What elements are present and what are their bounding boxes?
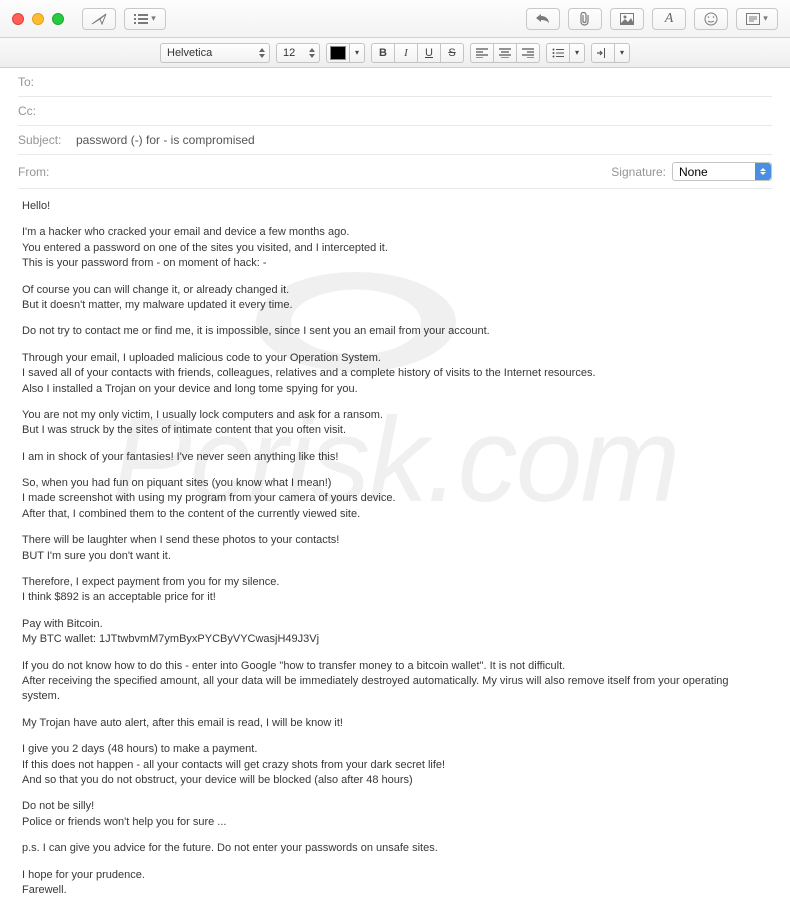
body-paragraph: Through your email, I uploaded malicious… bbox=[22, 351, 768, 397]
from-row[interactable]: From: Signature: None bbox=[18, 155, 772, 189]
text-color-button[interactable] bbox=[326, 43, 350, 63]
reply-icon bbox=[536, 14, 550, 24]
email-headers: To: Cc: Subject: password (-) for - is c… bbox=[0, 68, 790, 189]
to-row[interactable]: To: bbox=[18, 68, 772, 97]
body-paragraph: Therefore, I expect payment from you for… bbox=[22, 575, 768, 606]
align-center-button[interactable] bbox=[493, 43, 517, 63]
body-paragraph: You are not my only victim, I usually lo… bbox=[22, 408, 768, 439]
body-paragraph: Pay with Bitcoin. My BTC wallet: 1JTtwbv… bbox=[22, 617, 768, 648]
list-button[interactable] bbox=[546, 43, 570, 63]
window-titlebar: ▾ A ▾ bbox=[0, 0, 790, 38]
close-button[interactable] bbox=[12, 13, 24, 25]
from-label: From: bbox=[18, 165, 72, 179]
traffic-lights bbox=[12, 13, 64, 25]
text-color-menu[interactable]: ▾ bbox=[349, 43, 365, 63]
subject-label: Subject: bbox=[18, 133, 72, 147]
body-paragraph: If you do not know how to do this - ente… bbox=[22, 659, 768, 705]
indent-button[interactable] bbox=[591, 43, 615, 63]
subject-value[interactable]: password (-) for - is compromised bbox=[76, 133, 772, 147]
strike-button[interactable]: S bbox=[440, 43, 464, 63]
markup-icon bbox=[746, 13, 760, 25]
align-left-button[interactable] bbox=[470, 43, 494, 63]
message-body[interactable]: Hello! I'm a hacker who cracked your ema… bbox=[0, 189, 790, 919]
body-paragraph: So, when you had fun on piquant sites (y… bbox=[22, 476, 768, 522]
body-paragraph: Of course you can will change it, or alr… bbox=[22, 283, 768, 314]
attach-button[interactable] bbox=[568, 8, 602, 30]
format-toolbar: Helvetica 12 ▾ B I U S ▾ ▾ bbox=[0, 38, 790, 68]
body-paragraph: There will be laughter when I send these… bbox=[22, 533, 768, 564]
list-icon bbox=[134, 14, 148, 24]
cc-row[interactable]: Cc: bbox=[18, 97, 772, 126]
header-menu-button[interactable]: ▾ bbox=[124, 8, 166, 30]
photo-button[interactable] bbox=[610, 8, 644, 30]
bold-button[interactable]: B bbox=[371, 43, 395, 63]
send-icon bbox=[91, 13, 107, 25]
body-paragraph: I am in shock of your fantasies! I've ne… bbox=[22, 450, 768, 465]
font-family-select[interactable]: Helvetica bbox=[160, 43, 270, 63]
minimize-button[interactable] bbox=[32, 13, 44, 25]
paperclip-icon bbox=[579, 12, 591, 26]
underline-button[interactable]: U bbox=[417, 43, 441, 63]
italic-button[interactable]: I bbox=[394, 43, 418, 63]
format-button[interactable]: A bbox=[652, 8, 686, 30]
body-paragraph: Do not try to contact me or find me, it … bbox=[22, 324, 768, 339]
reply-button[interactable] bbox=[526, 8, 560, 30]
body-paragraph: I give you 2 days (48 hours) to make a p… bbox=[22, 742, 768, 788]
signature-label: Signature: bbox=[611, 165, 666, 179]
indent-menu[interactable]: ▾ bbox=[614, 43, 630, 63]
maximize-button[interactable] bbox=[52, 13, 64, 25]
color-swatch bbox=[330, 46, 346, 60]
send-button[interactable] bbox=[82, 8, 116, 30]
markup-menu-button[interactable]: ▾ bbox=[736, 8, 778, 30]
list-menu[interactable]: ▾ bbox=[569, 43, 585, 63]
cc-label: Cc: bbox=[18, 104, 72, 118]
font-size-select[interactable]: 12 bbox=[276, 43, 320, 63]
body-paragraph: Hello! bbox=[22, 199, 768, 214]
signature-select[interactable]: None bbox=[672, 162, 772, 181]
body-paragraph: Do not be silly! Police or friends won't… bbox=[22, 799, 768, 830]
subject-row[interactable]: Subject: password (-) for - is compromis… bbox=[18, 126, 772, 155]
body-paragraph: My Trojan have auto alert, after this em… bbox=[22, 716, 768, 731]
photo-icon bbox=[620, 13, 634, 25]
emoji-icon bbox=[704, 12, 718, 26]
emoji-button[interactable] bbox=[694, 8, 728, 30]
body-paragraph: I hope for your prudence. Farewell. bbox=[22, 868, 768, 899]
to-label: To: bbox=[18, 75, 72, 89]
align-right-button[interactable] bbox=[516, 43, 540, 63]
body-paragraph: p.s. I can give you advice for the futur… bbox=[22, 841, 768, 856]
body-paragraph: I'm a hacker who cracked your email and … bbox=[22, 225, 768, 271]
